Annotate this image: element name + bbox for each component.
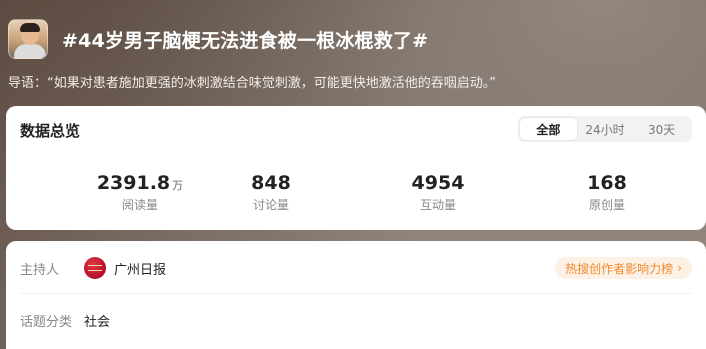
tab-30d[interactable]: 30天 [633, 118, 690, 140]
stat-reads-value: 2391.8 [96, 172, 171, 194]
stat-interactions: 4954 互动量 [358, 172, 518, 213]
host-name-link[interactable]: 广州日报 [114, 259, 166, 278]
lead-text: “如果对患者施加更强的冰刺激结合味觉刺激，可能更快地激活他的吞咽启动。” [47, 76, 496, 91]
topic-lead: 导语：“如果对患者施加更强的冰刺激结合味觉刺激，可能更快地激活他的吞咽启动。” [8, 72, 698, 91]
category-value[interactable]: 社会 [84, 311, 110, 330]
tab-24h[interactable]: 24小时 [577, 118, 634, 140]
topic-title: #44岁男子脑梗无法进食被一根冰棍救了# [62, 29, 429, 52]
stat-originals-label: 原创量 [588, 198, 625, 212]
stat-reads-unit: 万 [172, 179, 184, 192]
stat-originals-value: 168 [587, 172, 627, 194]
overview-title: 数据总览 [20, 122, 81, 140]
stat-discussions-label: 讨论量 [252, 198, 289, 212]
host-logo-icon[interactable] [84, 257, 106, 279]
lead-prefix: 导语： [8, 76, 48, 91]
influence-ranking-label: 热搜创作者影响力榜 [565, 261, 674, 276]
thumbnail-figure-hair [20, 23, 40, 32]
category-label: 话题分类 [20, 314, 73, 330]
stats-row: 2391.8 万 阅读量 848 讨论量 4954 互动量 168 原创量 [6, 172, 706, 222]
stat-interactions-label: 互动量 [419, 198, 456, 212]
stat-interactions-value: 4954 [411, 172, 465, 194]
tab-all[interactable]: 全部 [520, 118, 577, 140]
data-overview-card: 数据总览 全部 24小时 30天 2391.8 万 阅读量 848 讨论量 495… [6, 106, 706, 230]
row-divider [20, 293, 692, 294]
chevron-right-icon: › [677, 261, 682, 275]
stat-discussions-value: 848 [251, 172, 291, 194]
topic-header: #44岁男子脑梗无法进食被一根冰棍救了# [8, 16, 698, 62]
category-row: 话题分类 社会 [20, 307, 692, 333]
host-row: 主持人 广州日报 热搜创作者影响力榜 › [20, 253, 692, 283]
stat-discussions: 848 讨论量 [191, 172, 351, 213]
topic-info-card: 主持人 广州日报 热搜创作者影响力榜 › 话题分类 社会 [6, 241, 706, 349]
host-label: 主持人 [20, 262, 60, 278]
stat-originals: 168 原创量 [527, 172, 687, 213]
time-range-tabs: 全部 24小时 30天 [518, 116, 692, 142]
thumbnail-figure-body [14, 44, 46, 58]
host-logo-mark [88, 265, 102, 271]
topic-thumbnail[interactable] [8, 19, 48, 59]
influence-ranking-button[interactable]: 热搜创作者影响力榜 › [555, 257, 692, 279]
